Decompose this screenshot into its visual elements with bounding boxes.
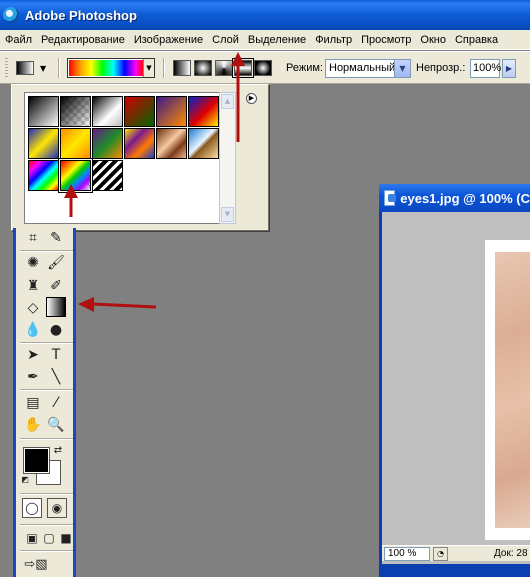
zoom-field[interactable]: 100 %	[384, 547, 430, 561]
swap-colors-icon[interactable]: ⇄	[52, 444, 64, 456]
mode-label: Режим:	[286, 62, 323, 74]
gradient-preset-violet-orange[interactable]	[156, 96, 187, 127]
options-separator	[58, 58, 60, 78]
clone-stamp-tool[interactable]: ♜	[23, 276, 43, 296]
document-title: eyes1.jpg @ 100% (C	[400, 190, 530, 206]
status-menu-icon[interactable]: ◔	[433, 547, 448, 561]
menu-edit[interactable]: Редактирование	[36, 34, 129, 46]
menu-window[interactable]: Окно	[415, 34, 450, 46]
quick-mask-button[interactable]: ◉	[47, 498, 67, 518]
gradient-preset-transparent-checker[interactable]	[60, 96, 91, 127]
toolbox-separator	[20, 342, 73, 344]
document-status-bar: 100 % ◔ Док: 28	[382, 545, 530, 561]
gradient-preset-blue-red-yellow[interactable]	[188, 96, 219, 127]
gradient-preset-chrome[interactable]	[188, 128, 219, 159]
gradient-preview[interactable]	[69, 60, 143, 76]
app-title-bar: Adobe Photoshop	[0, 0, 530, 30]
brush-tool[interactable]: 🖌	[46, 253, 66, 273]
tool-preset-picker[interactable]: ▼	[14, 58, 48, 78]
photoshop-app-icon[interactable]	[3, 7, 19, 23]
document-title-bar[interactable]: eyes1.jpg @ 100% (C	[379, 184, 530, 212]
options-bar-grip[interactable]	[5, 58, 8, 78]
document-icon[interactable]	[384, 190, 397, 206]
menu-select[interactable]: Выделение	[243, 34, 310, 46]
pen-tool[interactable]: ✒	[23, 367, 43, 387]
crop-tool[interactable]: ⌗	[23, 228, 43, 248]
gradient-preset-copper[interactable]	[156, 128, 187, 159]
screen-mode-full-icon[interactable]: ■	[56, 528, 76, 548]
toolbox-separator	[20, 524, 73, 526]
notes-tool[interactable]: ▤	[23, 393, 43, 413]
gradient-preset-transparent-stripes[interactable]	[92, 160, 123, 191]
menu-bar: Файл Редактирование Изображение Слой Выд…	[0, 30, 530, 50]
chevron-down-icon[interactable]: ▼	[221, 207, 234, 222]
line-tool[interactable]: ╲	[46, 367, 66, 387]
options-separator	[163, 58, 165, 78]
gradient-preset-violet-green-orange[interactable]	[92, 128, 123, 159]
mode-select[interactable]: Нормальный ▼	[325, 59, 411, 78]
foreground-color-swatch[interactable]	[23, 447, 50, 474]
chevron-down-icon[interactable]: ▼	[394, 60, 410, 77]
menu-layer[interactable]: Слой	[207, 34, 243, 46]
path-selection-tool[interactable]: ➤	[23, 345, 43, 365]
toolbox-separator	[20, 550, 73, 552]
menu-view[interactable]: Просмотр	[356, 34, 415, 46]
toolbox-separator	[20, 438, 73, 440]
gradient-preset-spectrum[interactable]	[28, 160, 59, 191]
menu-help[interactable]: Справка	[450, 34, 502, 46]
gradient-preset-blue-yellow-blue[interactable]	[28, 128, 59, 159]
document-info: Док: 28	[494, 548, 528, 559]
opacity-input[interactable]: 100%	[470, 59, 501, 78]
linear-gradient-icon[interactable]	[173, 60, 191, 76]
hand-tool[interactable]: ✋	[23, 415, 43, 435]
gradient-preset-yellow-violet-orange-blue[interactable]	[124, 128, 155, 159]
annotation-arrow-left-icon	[78, 297, 157, 312]
menu-file[interactable]: Файл	[0, 34, 36, 46]
toolbox-separator	[20, 493, 73, 495]
gradient-tool-preset-icon	[16, 61, 34, 75]
eraser-tool[interactable]: ◇	[23, 298, 43, 318]
menu-filter[interactable]: Фильтр	[310, 34, 356, 46]
annotation-arrow-up-icon	[231, 52, 245, 142]
chevron-down-icon: ▼	[40, 64, 47, 73]
document-window: eyes1.jpg @ 100% (C 100 % ◔ Док: 28	[379, 184, 530, 577]
blur-tool[interactable]: 💧	[23, 320, 43, 340]
gradient-preset-black-white-fade[interactable]	[92, 96, 123, 127]
chevron-down-icon[interactable]: ▼	[143, 59, 154, 77]
gradient-preset-orange-yellow-orange[interactable]	[60, 128, 91, 159]
history-brush-tool[interactable]: ✐	[46, 276, 66, 296]
radial-gradient-icon[interactable]	[194, 60, 212, 76]
mode-value: Нормальный	[329, 62, 396, 74]
healing-brush-tool[interactable]: ✺	[23, 253, 43, 273]
eyedropper-tool[interactable]: ⁄	[46, 393, 66, 413]
gradient-preset-red-green[interactable]	[124, 96, 155, 127]
diamond-gradient-icon[interactable]	[254, 60, 272, 76]
options-bar: ▼ ▼ Режим: Нормальный ▼ Непрозр.: 100% ▶	[0, 51, 530, 84]
toolbox-separator	[20, 389, 73, 391]
gradient-tool[interactable]	[46, 297, 66, 317]
zoom-tool[interactable]: 🔍	[46, 415, 66, 435]
gradient-preset-black-white[interactable]	[28, 96, 59, 127]
slice-tool[interactable]: ✎	[46, 228, 66, 248]
gradient-picker[interactable]: ▼	[67, 58, 155, 78]
chevron-right-icon[interactable]: ▶	[502, 59, 516, 78]
jump-to-imageready-icon[interactable]: ⇨▧	[22, 554, 50, 574]
document-image-frame[interactable]	[485, 240, 530, 540]
opacity-label: Непрозр.:	[416, 62, 466, 74]
default-colors-icon[interactable]: ◩	[20, 474, 30, 484]
document-photo[interactable]	[495, 252, 530, 528]
type-tool[interactable]: T	[46, 345, 66, 365]
toolbox: ⌗ ✎ ✺ 🖌 ♜ ✐ ◇ 💧 ● ➤ T ✒ ╲ ▤ ⁄ ✋ 🔍 ⇄ ◩ ◯ …	[13, 228, 76, 577]
dodge-tool[interactable]: ●	[46, 320, 66, 340]
gradient-presets-grid	[24, 92, 234, 224]
menu-image[interactable]: Изображение	[129, 34, 207, 46]
standard-mode-button[interactable]: ◯	[22, 498, 42, 518]
app-title: Adobe Photoshop	[25, 7, 137, 23]
annotation-arrow-up-icon	[64, 184, 78, 217]
toolbox-separator	[20, 250, 73, 252]
